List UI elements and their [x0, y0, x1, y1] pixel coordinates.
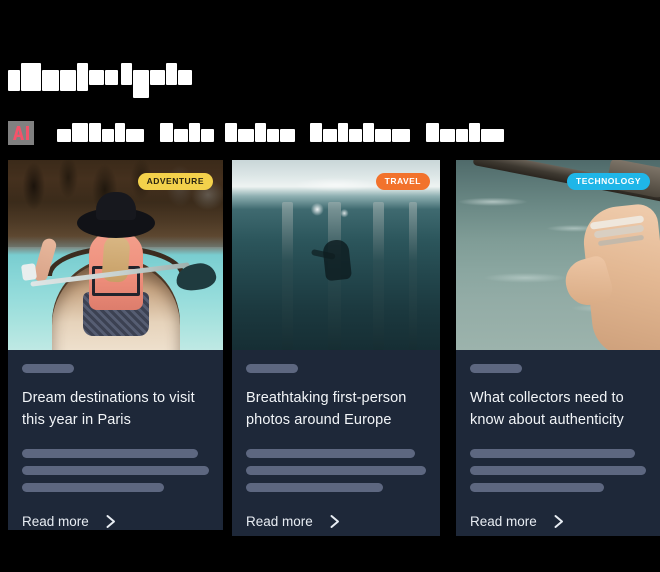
topic-card[interactable]: TECHNOLOGY What collectors need to know …	[456, 160, 660, 536]
nav-tab-glyph	[338, 123, 348, 142]
nav-tab-glyph	[310, 123, 322, 142]
nav-tab-glyph	[189, 123, 200, 142]
read-more-link[interactable]: Read more	[246, 514, 426, 536]
pier-post-shape	[373, 201, 385, 350]
nav-tab-glyph	[349, 129, 362, 142]
read-more-label: Read more	[246, 514, 313, 530]
nav-tab-glyph	[89, 123, 101, 142]
nav-tab-glyph	[102, 129, 114, 142]
nav-tab-glyph	[238, 129, 254, 142]
excerpt-line	[470, 449, 636, 459]
card-title: Dream destinations to visit this year in…	[22, 390, 195, 429]
nav-tab-glyph	[440, 129, 455, 142]
nav-tab-glyph	[375, 129, 391, 142]
excerpt-placeholder	[22, 449, 209, 493]
excerpt-line	[470, 483, 604, 493]
excerpt-line	[246, 483, 383, 493]
card-image: ADVENTURE	[8, 160, 223, 350]
nav-tab-glyph	[201, 129, 214, 142]
nav-tab-glyph	[426, 123, 439, 142]
nav-tab-1[interactable]	[160, 120, 214, 146]
ai-logo-icon[interactable]	[8, 121, 34, 145]
nav-tab-4[interactable]	[426, 120, 504, 146]
nav-tab-glyph	[280, 129, 295, 142]
card-image: TECHNOLOGY	[456, 160, 660, 350]
kicker-placeholder	[22, 364, 74, 373]
nav-tab-0[interactable]	[57, 120, 144, 146]
read-more-label: Read more	[22, 514, 89, 530]
page-title-glyph	[105, 70, 118, 85]
chevron-right-icon	[554, 515, 563, 529]
card-title: Breathtaking first-person photos around …	[246, 390, 407, 429]
page-title-glyph	[150, 70, 165, 85]
excerpt-line	[246, 466, 426, 476]
kicker-placeholder	[246, 364, 298, 373]
nav-tab-glyph	[255, 123, 266, 142]
topic-card-grid: ADVENTURE Dream destinations to visit th…	[0, 160, 660, 540]
page-title-glyph	[21, 63, 41, 91]
kicker-placeholder	[470, 364, 522, 373]
page-title-glyph	[42, 70, 59, 91]
nav-tab-glyph	[363, 123, 374, 142]
page-title-glyph	[89, 70, 104, 85]
card-body: What collectors need to know about authe…	[456, 350, 660, 536]
page-title-glyph	[133, 70, 149, 98]
nav-tab-glyph	[456, 129, 468, 142]
nav-tab-glyph	[481, 129, 504, 142]
page-title-glyph	[178, 70, 192, 85]
chevron-right-icon	[106, 515, 115, 529]
nav-tab-glyph	[57, 129, 71, 142]
nav-tab-glyph	[392, 129, 410, 142]
nav-tab-glyph	[126, 129, 144, 142]
topic-card[interactable]: TRAVEL Breathtaking first-person photos …	[232, 160, 440, 536]
page-title-glyph	[77, 63, 88, 91]
sun-hat-shape	[76, 208, 155, 238]
page-title	[8, 62, 192, 98]
excerpt-line	[246, 449, 416, 459]
nav-tab-glyph	[160, 123, 173, 142]
page-title-glyph	[166, 63, 177, 85]
page-title-glyph	[8, 70, 20, 91]
nav-tab-3[interactable]	[310, 120, 410, 146]
pier-post-shape	[281, 201, 293, 350]
nav-tab-glyph	[115, 123, 125, 142]
paddle-grip-shape	[20, 263, 38, 281]
card-image: TRAVEL	[232, 160, 440, 350]
topic-card[interactable]: ADVENTURE Dream destinations to visit th…	[8, 160, 223, 530]
excerpt-line	[22, 449, 198, 459]
nav-tab-glyph	[267, 129, 279, 142]
page-title-glyph	[60, 70, 76, 91]
card-body: Breathtaking first-person photos around …	[232, 350, 440, 536]
nav-tab-glyph	[225, 123, 237, 142]
nav-tab-glyph	[174, 129, 188, 142]
chevron-right-icon	[330, 515, 339, 529]
card-body: Dream destinations to visit this year in…	[8, 350, 223, 530]
category-badge[interactable]: TRAVEL	[375, 173, 430, 190]
category-badge[interactable]: TECHNOLOGY	[567, 173, 650, 190]
nav-tab-glyph	[72, 123, 88, 142]
pier-post-shape	[408, 201, 417, 350]
read-more-label: Read more	[470, 514, 537, 530]
read-more-link[interactable]: Read more	[470, 514, 646, 536]
topic-nav	[8, 120, 568, 146]
excerpt-line	[22, 466, 209, 476]
excerpt-placeholder	[246, 449, 426, 493]
card-title: What collectors need to know about authe…	[470, 390, 624, 429]
excerpt-placeholder	[470, 449, 646, 493]
page-title-glyph	[121, 63, 132, 85]
nav-tab-glyph	[469, 123, 480, 142]
swimmer-shape	[321, 238, 352, 282]
category-badge[interactable]: ADVENTURE	[137, 173, 213, 190]
read-more-link[interactable]: Read more	[22, 514, 209, 530]
nav-tab-2[interactable]	[225, 120, 295, 146]
excerpt-line	[22, 483, 165, 493]
nav-tab-glyph	[323, 129, 337, 142]
excerpt-line	[470, 466, 646, 476]
